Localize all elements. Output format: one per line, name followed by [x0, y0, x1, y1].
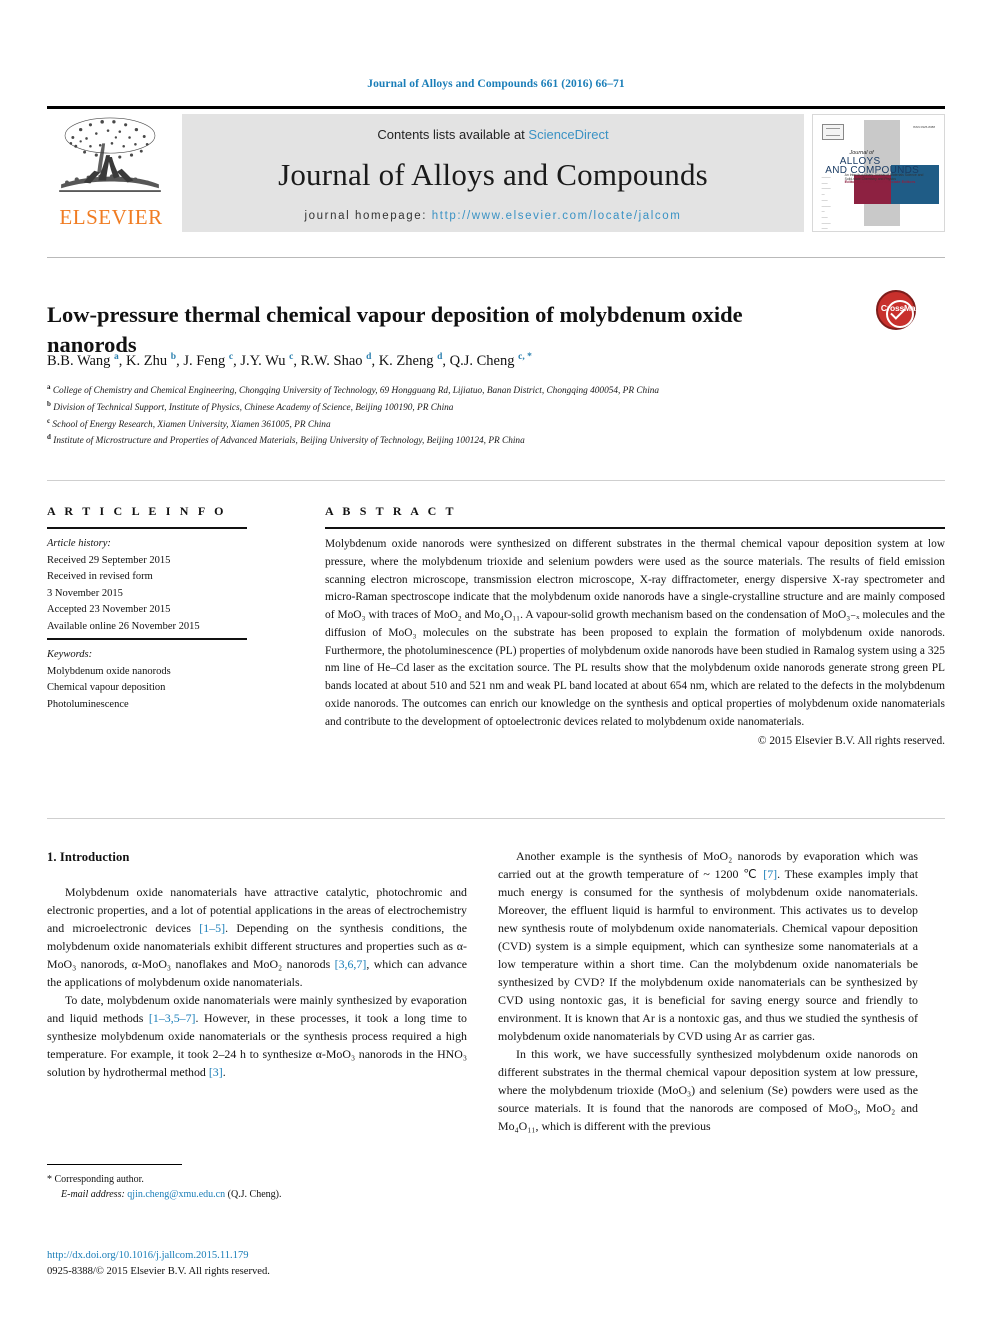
- affiliation-mark: c: [47, 416, 51, 425]
- author-affiliation-mark[interactable]: c: [229, 352, 233, 362]
- author-affiliation-mark[interactable]: c, *: [518, 352, 532, 362]
- cover-inner: ISSN 0925-8388 Journal of ALLOYS AND COM…: [818, 120, 939, 230]
- keyword-item: Molybdenum oxide nanorods: [47, 665, 171, 677]
- corresponding-text: Corresponding author.: [54, 1174, 144, 1185]
- abstract-text: Molybdenum oxide nanorods were synthesiz…: [325, 536, 945, 750]
- email-person: (Q.J. Cheng).: [227, 1189, 282, 1200]
- right-column-paragraphs: Another example is the synthesis of MoO₂…: [498, 848, 918, 1136]
- author-name: R.W. Shao: [300, 352, 363, 369]
- issn-copyright-line: 0925-8388/© 2015 Elsevier B.V. All right…: [47, 1266, 270, 1278]
- affiliation-mark: b: [47, 399, 51, 408]
- title-separator-rule: [47, 257, 945, 258]
- crossmark-label: CrossMark: [880, 303, 924, 313]
- keyword-item: Photoluminescence: [47, 698, 129, 710]
- citation-link[interactable]: [3,6,7]: [335, 957, 367, 971]
- keyword-item: Chemical vapour deposition: [47, 682, 166, 694]
- left-column-paragraphs: Molybdenum oxide nanomaterials have attr…: [47, 884, 467, 1082]
- citation-link[interactable]: [3]: [209, 1065, 223, 1079]
- article-info-heading: A R T I C L E I N F O: [47, 504, 227, 518]
- article-history-item: Received in revised form: [47, 571, 153, 583]
- journal-article-page: Journal of Alloys and Compounds 661 (201…: [0, 0, 992, 1323]
- homepage-label: journal homepage:: [304, 210, 427, 222]
- author-affiliation-mark[interactable]: d: [366, 352, 371, 362]
- affiliation-item: a College of Chemistry and Chemical Engi…: [47, 383, 660, 397]
- author-name: K. Zhu: [126, 352, 168, 369]
- abstract-heading: A B S T R A C T: [325, 504, 457, 518]
- abstract-copyright: © 2015 Elsevier B.V. All rights reserved…: [757, 734, 945, 747]
- author-name: Q.J. Cheng: [449, 352, 515, 369]
- cover-line1: Journal of: [849, 149, 874, 156]
- contents-list-line: Contents lists available at ScienceDirec…: [182, 127, 804, 142]
- article-history-item: 3 November 2015: [47, 587, 123, 599]
- journal-masthead: ELSEVIER Contents lists available at Sci…: [47, 106, 945, 234]
- author-affiliation-mark[interactable]: a: [114, 352, 119, 362]
- abstract-body: Molybdenum oxide nanorods were synthesiz…: [325, 538, 945, 728]
- email-link[interactable]: qjin.cheng@xmu.edu.cn: [127, 1189, 225, 1200]
- author-affiliation-mark[interactable]: b: [171, 352, 176, 362]
- article-history-item: Accepted 23 November 2015: [47, 604, 171, 616]
- crossmark-badge[interactable]: CrossMark: [858, 290, 946, 342]
- homepage-url-link[interactable]: http://www.elsevier.com/locate/jalcom: [432, 210, 682, 222]
- email-label: E-mail address:: [61, 1189, 125, 1200]
- journal-title: Journal of Alloys and Compounds: [278, 157, 708, 192]
- corresponding-line: * Corresponding author.: [47, 1172, 467, 1187]
- elsevier-wordmark: ELSEVIER: [59, 205, 163, 229]
- affiliation-list: a College of Chemistry and Chemical Engi…: [47, 382, 927, 449]
- affiliation-item: c School of Energy Research, Xiamen Univ…: [47, 416, 331, 430]
- author-affiliation-mark[interactable]: d: [437, 352, 442, 362]
- affiliation-item: b Division of Technical Support, Institu…: [47, 399, 454, 413]
- asterisk-marker: *: [47, 1174, 52, 1185]
- body-paragraph: Another example is the synthesis of MoO₂…: [498, 849, 918, 1043]
- elsevier-tree-icon: [59, 117, 161, 192]
- elsevier-logo[interactable]: ELSEVIER: [47, 114, 175, 232]
- article-history: Article history: Received 29 September 20…: [47, 536, 257, 635]
- email-line: E-mail address: qjin.cheng@xmu.edu.cn (Q…: [47, 1187, 467, 1202]
- article-info-rule: [47, 527, 247, 529]
- running-head: Journal of Alloys and Compounds 661 (201…: [367, 78, 625, 90]
- article-history-item: Received 29 September 2015: [47, 554, 171, 566]
- masthead-center-band: Contents lists available at ScienceDirec…: [182, 114, 804, 232]
- footer-block: http://dx.doi.org/10.1016/j.jallcom.2015…: [47, 1248, 547, 1281]
- journal-homepage-line: journal homepage: http://www.elsevier.co…: [182, 210, 804, 222]
- corresponding-author-note: * Corresponding author. E-mail address: …: [47, 1172, 467, 1202]
- article-history-label: Article history:: [47, 538, 111, 549]
- cover-editors: Editor-in-Chief and Associate Editors: [844, 179, 916, 185]
- keywords-rule: [47, 638, 247, 640]
- journal-cover-thumbnail[interactable]: ISSN 0925-8388 Journal of ALLOYS AND COM…: [812, 114, 945, 232]
- body-paragraph: Molybdenum oxide nanomaterials have attr…: [47, 885, 468, 989]
- contents-prefix: Contents lists available at: [377, 127, 529, 142]
- keywords-label: Keywords:: [47, 649, 93, 660]
- body-paragraph: To date, molybdenum oxide nanomaterials …: [47, 992, 467, 1079]
- cover-issn: ISSN 0925-8388: [912, 125, 935, 129]
- info-block-top-rule: [47, 480, 945, 481]
- author-name: B.B. Wang: [47, 352, 111, 369]
- page-title: Low-pressure thermal chemical vapour dep…: [47, 302, 743, 357]
- body-paragraph: In this work, we have successfully synth…: [498, 1046, 918, 1133]
- sciencedirect-link[interactable]: ScienceDirect: [528, 127, 608, 142]
- footnote-rule: [47, 1164, 182, 1165]
- cover-publisher-logo: [822, 124, 844, 140]
- body-column-left: 1. Introduction Molybdenum oxide nanomat…: [47, 848, 467, 1082]
- abstract-bottom-rule: [47, 818, 945, 819]
- citation-link[interactable]: [1–5]: [199, 921, 225, 935]
- article-history-item: Available online 26 November 2015: [47, 620, 200, 632]
- abstract-rule: [325, 527, 945, 529]
- author-name: K. Zheng: [378, 352, 434, 369]
- author-affiliation-mark[interactable]: c: [289, 352, 293, 362]
- body-column-right: Another example is the synthesis of MoO₂…: [498, 848, 918, 1136]
- citation-link[interactable]: [1–3,5–7]: [149, 1011, 196, 1025]
- affiliation-mark: a: [47, 383, 51, 391]
- keywords-block: Keywords: Molybdenum oxide nanorods Chemic…: [47, 647, 257, 713]
- author-name: J.Y. Wu: [240, 352, 286, 369]
- author-name: J. Feng: [183, 352, 226, 369]
- masthead-top-rule: [47, 106, 945, 109]
- author-list: B.B. Wang a, K. Zhu b, J. Feng c, J.Y. W…: [47, 352, 532, 369]
- doi-link[interactable]: http://dx.doi.org/10.1016/j.jallcom.2015…: [47, 1248, 547, 1264]
- affiliation-mark: d: [47, 433, 51, 442]
- cover-side-list: ———————————————————————————————: [821, 175, 831, 231]
- citation-link[interactable]: [7]: [763, 867, 777, 881]
- affiliation-item: d Institute of Microstructure and Proper…: [47, 433, 525, 447]
- section-heading-introduction: 1. Introduction: [47, 850, 130, 864]
